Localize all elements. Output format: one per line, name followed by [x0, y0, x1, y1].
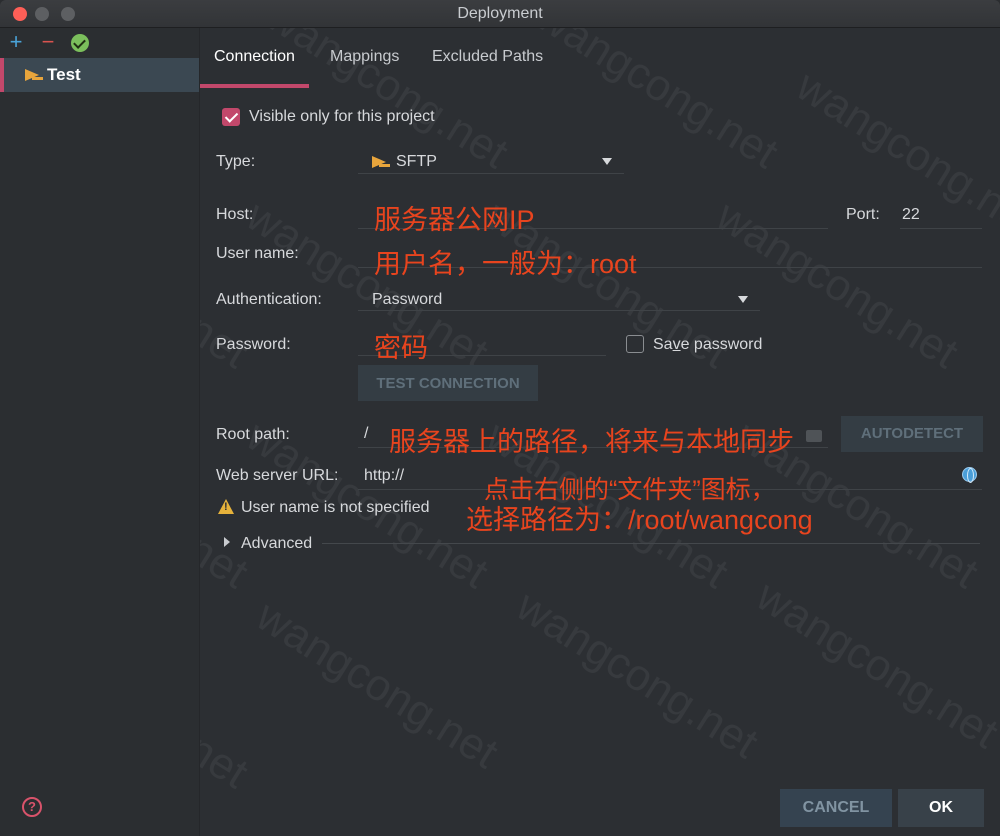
authentication-value: Password	[372, 291, 443, 308]
tab-bar: Connection Mappings Excluded Paths	[200, 28, 1000, 88]
sftp-icon	[372, 155, 390, 169]
folder-browse-icon[interactable]	[806, 430, 822, 442]
globe-icon[interactable]	[962, 467, 977, 483]
save-password-label: Save password	[653, 336, 762, 354]
tab-excluded-paths[interactable]: Excluded Paths	[432, 48, 543, 88]
authentication-select[interactable]: Password	[358, 283, 760, 311]
chevron-down-icon	[602, 158, 612, 165]
sftp-icon	[25, 68, 43, 82]
web-server-url-value: http://	[364, 467, 405, 484]
port-label: Port:	[846, 206, 880, 223]
type-value: SFTP	[396, 153, 437, 170]
annotation-host: 服务器公网IP	[374, 205, 535, 235]
tab-mappings[interactable]: Mappings	[330, 48, 399, 88]
password-label: Password:	[216, 336, 291, 353]
visible-only-checkbox[interactable]	[222, 108, 240, 126]
root-path-label: Root path:	[216, 426, 290, 443]
annotation-username: 用户名，一般为：root	[374, 249, 637, 279]
authentication-label: Authentication:	[216, 291, 322, 308]
annotation-web-url-line2: 选择路径为：/root/wangcong	[466, 505, 813, 535]
sidebar: + − Test ?	[0, 28, 200, 836]
main-panel: Connection Mappings Excluded Paths Visib…	[200, 28, 1000, 836]
use-as-default-button[interactable]	[71, 34, 89, 52]
annotation-password: 密码	[374, 333, 428, 363]
cancel-button[interactable]: CANCEL	[780, 789, 892, 827]
autodetect-button[interactable]: AUTODETECT	[841, 416, 983, 452]
host-label: Host:	[216, 206, 254, 223]
sidebar-item-test[interactable]: Test	[0, 58, 199, 92]
add-server-button[interactable]: +	[6, 31, 26, 54]
port-value: 22	[902, 206, 920, 223]
warning-icon	[218, 499, 234, 514]
title-bar: Deployment	[0, 0, 1000, 28]
save-password-checkbox[interactable]	[626, 335, 644, 353]
advanced-divider	[322, 543, 980, 544]
type-select[interactable]: SFTP	[358, 146, 624, 174]
save-password-text: Sa	[653, 336, 673, 353]
remove-server-button[interactable]: −	[38, 31, 58, 54]
chevron-right-icon[interactable]	[224, 537, 230, 547]
window-title: Deployment	[457, 5, 543, 22]
ok-button[interactable]: OK	[898, 789, 984, 827]
save-password-text: e password	[680, 336, 763, 353]
warning-text: User name is not specified	[241, 499, 430, 516]
save-password-mnemonic: v	[672, 336, 681, 353]
web-server-url-label: Web server URL:	[216, 467, 339, 484]
tab-connection[interactable]: Connection	[200, 48, 309, 88]
deployment-window: wangcong.net wangcong.net wangcong.net w…	[0, 0, 1000, 836]
root-path-value: /	[364, 425, 369, 442]
visible-only-label: Visible only for this project	[249, 108, 435, 125]
username-label: User name:	[216, 245, 299, 262]
port-input[interactable]: 22	[900, 201, 982, 229]
sidebar-toolbar: + −	[0, 28, 200, 58]
annotation-root-path: 服务器上的路径，将来与本地同步	[389, 427, 794, 457]
type-label: Type:	[216, 153, 256, 170]
chevron-down-icon	[738, 296, 748, 303]
test-connection-button[interactable]: TEST CONNECTION	[358, 365, 538, 401]
sidebar-item-label: Test	[47, 65, 81, 84]
advanced-label[interactable]: Advanced	[241, 535, 312, 553]
help-icon[interactable]: ?	[22, 797, 42, 817]
